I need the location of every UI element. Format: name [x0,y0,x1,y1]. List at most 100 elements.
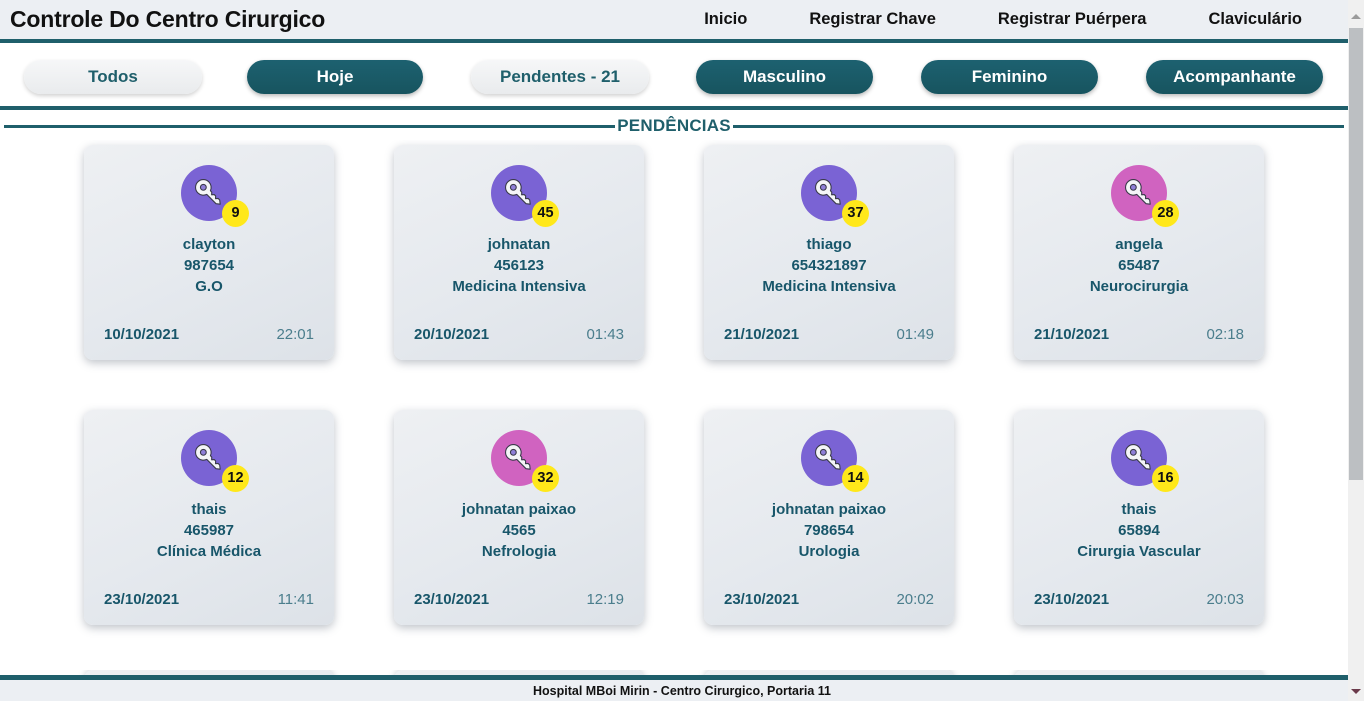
status-badge: 12 [222,465,249,492]
card-code: 987654 [183,257,235,274]
card-patient-name: johnatan paixao [461,501,577,518]
card-time: 12:19 [586,591,624,608]
card-footer: 23/10/2021 12:19 [394,591,644,608]
card-unit: Medicina Intensiva [762,278,896,295]
card-time: 01:49 [896,326,934,343]
app-window: Controle Do Centro Cirurgico Inicio Regi… [0,0,1364,701]
key-icon-glyph [194,443,221,470]
avatar-wrap: 28 [1111,165,1179,227]
card-patient-name: clayton [182,236,236,253]
status-badge: 14 [842,465,869,492]
key-icon-glyph [194,178,221,205]
status-badge: 28 [1152,200,1179,227]
card-patient-name: thais [191,501,227,518]
avatar-wrap: 45 [491,165,559,227]
scrollbar-thumb[interactable] [1349,28,1363,480]
pendencias-card-area: 9 clayton 987654 G.O 10/10/2021 22:01 45 johnat… [0,140,1348,675]
pendencia-card[interactable]: 32 johnatan paixao 4565 Nefrologia 23/10/202… [394,410,644,625]
card-date: 21/10/2021 [724,326,800,343]
card-date: 10/10/2021 [104,326,180,343]
key-icon [500,174,538,212]
card-patient-name: thiago [806,236,852,253]
vertical-scrollbar[interactable] [1348,0,1364,701]
caret-up-icon[interactable] [1348,8,1364,24]
card-time: 01:43 [586,326,624,343]
avatar-wrap: 12 [181,430,249,492]
card-footer: 10/10/2021 22:01 [84,326,334,343]
card-footer: 23/10/2021 20:02 [704,591,954,608]
card-unit: Nefrologia [481,543,557,560]
filter-button-masculino[interactable]: Masculino [696,59,873,94]
divider-rule-right [732,124,1344,128]
card-unit: Neurocirurgia [1089,278,1189,295]
nav-link-registrar-chave[interactable]: Registrar Chave [809,10,936,29]
card-code: 4565 [502,522,536,539]
footer-text: Hospital MBoi Mirin - Centro Cirurgico, … [533,683,831,698]
key-icon-glyph [504,178,531,205]
card-code: 456123 [493,257,545,274]
card-lines: johnatan 456123 Medicina Intensiva [394,234,644,297]
key-icon [500,439,538,477]
status-badge: 45 [532,200,559,227]
card-unit: Urologia [798,543,860,560]
pendencia-card[interactable]: 9 clayton 987654 G.O 10/10/2021 22:01 [84,145,334,360]
card-lines: angela 65487 Neurocirurgia [1014,234,1264,297]
key-icon [810,439,848,477]
card-lines: thais 65894 Cirurgia Vascular [1014,499,1264,562]
page-title: Controle Do Centro Cirurgico [10,6,326,32]
card-date: 20/10/2021 [414,326,490,343]
card-date: 23/10/2021 [1034,591,1110,608]
nav-link-registrar-puerpera[interactable]: Registrar Puérpera [998,10,1147,29]
card-patient-name: johnatan [487,236,551,253]
app-header: Controle Do Centro Cirurgico Inicio Regi… [0,0,1364,43]
card-time: 20:03 [1206,591,1244,608]
pendencia-card[interactable]: 16 thais 65894 Cirurgia Vascular 23/10/2021 2… [1014,410,1264,625]
card-date: 23/10/2021 [724,591,800,608]
avatar-wrap: 14 [801,430,869,492]
avatar-wrap: 37 [801,165,869,227]
status-badge: 32 [532,465,559,492]
card-lines: clayton 987654 G.O [84,234,334,297]
nav-link-inicio[interactable]: Inicio [704,10,747,29]
section-title: PENDÊNCIAS [617,116,731,135]
card-code: 654321897 [791,257,867,274]
key-icon-glyph [1124,178,1151,205]
status-badge: 16 [1152,465,1179,492]
card-date: 23/10/2021 [414,591,490,608]
card-date: 21/10/2021 [1034,326,1110,343]
card-lines: johnatan paixao 4565 Nefrologia [394,499,644,562]
filter-button-acompanhante[interactable]: Acompanhante [1146,59,1323,94]
filter-button-pendentes[interactable]: Pendentes - 21 [471,59,649,94]
key-icon [810,174,848,212]
pendencia-card[interactable]: 12 thais 465987 Clínica Médica 23/10/2021 11:… [84,410,334,625]
card-footer: 23/10/2021 11:41 [84,591,334,608]
card-time: 20:02 [896,591,934,608]
pendencia-card[interactable]: 45 johnatan 456123 Medicina Intensiva 20/10/… [394,145,644,360]
app-footer: Hospital MBoi Mirin - Centro Cirurgico, … [0,675,1364,701]
card-footer: 21/10/2021 01:49 [704,326,954,343]
status-badge: 9 [222,200,249,227]
key-icon-glyph [1124,443,1151,470]
card-lines: thiago 654321897 Medicina Intensiva [704,234,954,297]
caret-down-icon[interactable] [1348,683,1364,699]
key-icon [1120,439,1158,477]
avatar-wrap: 9 [181,165,249,227]
filter-button-todos[interactable]: Todos [24,59,202,94]
card-time: 22:01 [276,326,314,343]
card-lines: johnatan paixao 798654 Urologia [704,499,954,562]
card-footer: 23/10/2021 20:03 [1014,591,1264,608]
filter-button-hoje[interactable]: Hoje [247,59,423,94]
card-unit: Clínica Médica [156,543,262,560]
section-divider: PENDÊNCIAS [0,112,1348,140]
nav-link-claviculario[interactable]: Claviculário [1208,10,1302,29]
card-footer: 20/10/2021 01:43 [394,326,644,343]
card-code: 65487 [1118,257,1160,274]
pendencia-card[interactable]: 37 thiago 654321897 Medicina Intensiva 21/10… [704,145,954,360]
filter-button-feminino[interactable]: Feminino [921,59,1098,94]
pendencia-card[interactable]: 28 angela 65487 Neurocirurgia 21/10/2021 02:1… [1014,145,1264,360]
card-footer: 21/10/2021 02:18 [1014,326,1264,343]
pendencia-card[interactable]: 14 johnatan paixao 798654 Urologia 23/10/202… [704,410,954,625]
key-icon [190,439,228,477]
key-icon-glyph [504,443,531,470]
card-time: 02:18 [1206,326,1244,343]
